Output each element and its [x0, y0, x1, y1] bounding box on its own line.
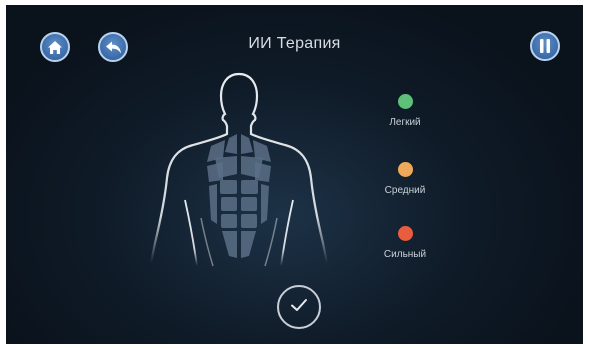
- legend-item-medium: Средний: [365, 162, 445, 196]
- therapy-screen: ИИ Терапия Легкий Средний Сильный: [6, 5, 583, 344]
- legend-label-strong: Сильный: [383, 249, 427, 260]
- legend-label-light: Легкий: [389, 117, 421, 128]
- legend-item-light: Легкий: [365, 94, 445, 128]
- legend-dot-medium: [397, 162, 413, 177]
- confirm-button[interactable]: [277, 285, 321, 329]
- muscle-map: [207, 134, 271, 258]
- body-figure: [149, 68, 329, 273]
- legend-dot-light: [397, 94, 413, 109]
- pause-button[interactable]: [530, 31, 560, 61]
- body-outline: [149, 72, 329, 265]
- legend-dot-strong: [397, 226, 413, 241]
- legend-label-medium: Средний: [384, 185, 426, 196]
- pause-icon: [538, 38, 552, 54]
- page-title: ИИ Терапия: [248, 35, 341, 52]
- checkmark-icon: [290, 298, 308, 317]
- legend-item-strong: Сильный: [365, 226, 445, 260]
